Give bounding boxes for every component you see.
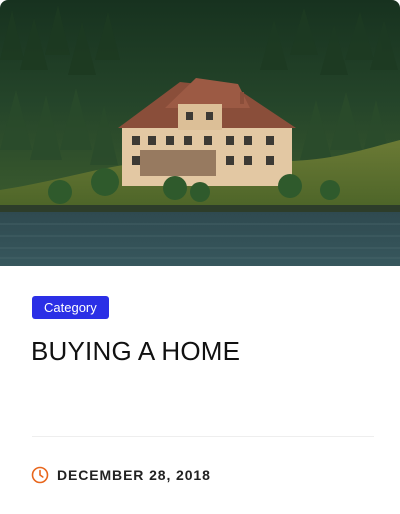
post-meta: DECEMBER 28, 2018 <box>31 466 211 484</box>
article-title[interactable]: BUYING A HOME <box>31 336 240 367</box>
hero-image[interactable] <box>0 0 400 266</box>
article-card[interactable]: Category BUYING A HOME DECEMBER 28, 2018 <box>0 0 400 514</box>
clock-icon <box>31 466 49 484</box>
category-badge[interactable]: Category <box>32 296 109 319</box>
post-date: DECEMBER 28, 2018 <box>57 467 211 483</box>
divider <box>32 436 374 437</box>
